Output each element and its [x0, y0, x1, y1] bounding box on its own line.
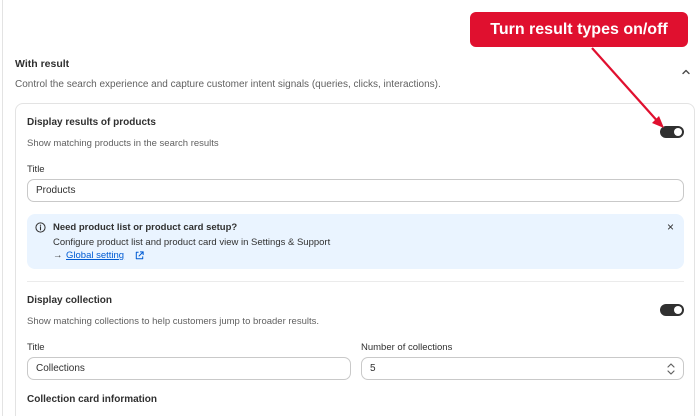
products-title-value: Products	[36, 185, 76, 196]
stepper-arrows-icon[interactable]	[665, 359, 677, 379]
banner-description: Configure product list and product card …	[53, 237, 331, 248]
collection-card-info-heading: Collection card information	[27, 394, 158, 405]
banner-title: Need product list or product card setup?	[53, 222, 238, 233]
products-title: Display results of products	[27, 117, 156, 128]
panel-left-border	[2, 0, 3, 416]
collection-description: Show matching collections to help custom…	[27, 316, 319, 327]
global-setting-link[interactable]: Global setting	[66, 250, 124, 261]
collection-count-label: Number of collections	[361, 342, 453, 353]
info-banner: Need product list or product card setup?…	[27, 214, 684, 269]
collection-count-stepper[interactable]: 5	[361, 357, 684, 380]
toggle-knob	[674, 306, 682, 314]
collection-count-value: 5	[370, 363, 376, 374]
products-toggle[interactable]	[660, 126, 684, 138]
annotation-callout: Turn result types on/off	[470, 12, 688, 47]
collection-toggle[interactable]	[660, 304, 684, 316]
toggle-knob	[674, 128, 682, 136]
external-link-icon[interactable]	[134, 250, 145, 261]
section-description: Control the search experience and captur…	[15, 79, 441, 90]
settings-page: With result Control the search experienc…	[0, 0, 700, 416]
chevron-up-icon[interactable]	[680, 66, 692, 78]
info-icon	[35, 222, 46, 233]
products-description: Show matching products in the search res…	[27, 138, 219, 149]
divider	[27, 281, 684, 282]
collection-title: Display collection	[27, 295, 113, 306]
collection-title-input[interactable]: Collections	[27, 357, 351, 380]
collection-title-label: Title	[27, 342, 45, 353]
collection-title-value: Collections	[36, 363, 85, 374]
callout-text: Turn result types on/off	[490, 20, 668, 38]
products-title-label: Title	[27, 164, 45, 175]
close-icon[interactable]: ×	[667, 221, 674, 233]
products-title-input[interactable]: Products	[27, 179, 684, 202]
section-title: With result	[15, 58, 70, 70]
arrow-right-icon: →	[53, 250, 63, 261]
